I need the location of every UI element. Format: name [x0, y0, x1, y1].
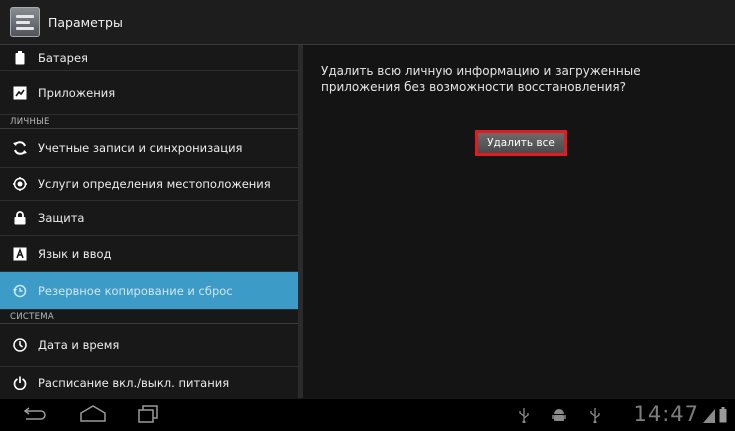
settings-app-icon[interactable] — [10, 7, 40, 37]
usb-icon — [518, 407, 530, 427]
sidebar-item-label: Батарея — [38, 50, 88, 65]
status-clock: 14:47 — [633, 402, 699, 426]
recent-apps-button[interactable] — [136, 403, 160, 429]
section-header-system: СИСТЕМА — [0, 310, 298, 324]
usb-icon-2 — [589, 407, 601, 427]
sidebar-item-label: Расписание вкл./выкл. питания — [38, 375, 230, 390]
sidebar-item-date-time[interactable]: Дата и время — [0, 324, 298, 367]
home-button[interactable] — [78, 403, 108, 429]
battery-icon — [12, 50, 28, 66]
back-icon — [23, 407, 46, 420]
factory-reset-warning: Удалить всю личную информацию и загружен… — [321, 64, 641, 94]
lock-icon — [12, 210, 28, 226]
android-debug-icon — [552, 407, 566, 427]
apps-icon — [12, 85, 28, 101]
settings-sidebar: Батарея Приложения ЛИЧНЫЕ Учетные записи… — [0, 45, 298, 398]
location-icon — [12, 176, 28, 192]
home-icon — [80, 405, 106, 422]
sidebar-item-backup-reset[interactable]: Резервное копирование и сброс — [0, 272, 298, 310]
sidebar-item-apps[interactable]: Приложения — [0, 71, 298, 115]
signal-icon — [703, 408, 715, 427]
erase-everything-button[interactable]: Удалить все — [475, 130, 567, 156]
sidebar-item-label: Защита — [38, 211, 85, 225]
system-bar: 14:47 — [0, 398, 735, 431]
sidebar-item-label: Услуги определения местоположения — [38, 177, 271, 191]
sidebar-item-language-input[interactable]: Язык и ввод — [0, 236, 298, 272]
sync-icon — [12, 140, 28, 156]
detail-pane: Удалить всю личную информацию и загружен… — [303, 45, 735, 398]
sidebar-item-location[interactable]: Услуги определения местоположения — [0, 168, 298, 201]
erase-button-label: Удалить все — [478, 133, 564, 153]
sidebar-item-battery[interactable]: Батарея — [0, 45, 298, 71]
app-title: Параметры — [48, 14, 123, 30]
sidebar-item-label: Дата и время — [38, 338, 120, 352]
clock-icon — [12, 337, 28, 353]
sidebar-item-security[interactable]: Защита — [0, 201, 298, 236]
backup-icon — [12, 283, 28, 299]
section-header-personal: ЛИЧНЫЕ — [0, 115, 298, 129]
sidebar-item-label: Приложения — [38, 85, 116, 100]
action-bar: Параметры — [0, 0, 735, 45]
sidebar-item-accounts-sync[interactable]: Учетные записи и синхронизация — [0, 129, 298, 168]
recent-apps-icon — [138, 405, 158, 423]
sidebar-item-power-schedule[interactable]: Расписание вкл./выкл. питания — [0, 367, 298, 398]
battery-status-icon — [719, 407, 727, 427]
power-icon — [12, 375, 28, 391]
language-icon — [12, 246, 28, 262]
back-button[interactable] — [22, 403, 46, 429]
sidebar-item-label: Резервное копирование и сброс — [38, 283, 233, 298]
sidebar-item-label: Учетные записи и синхронизация — [38, 141, 243, 155]
sidebar-item-label: Язык и ввод — [38, 246, 112, 261]
